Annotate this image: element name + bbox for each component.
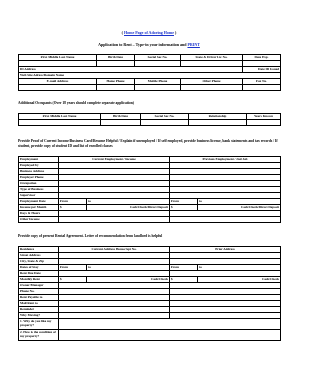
page-title: ( Home Page of Adoring Home ): [121, 30, 177, 35]
occupants-table: First Middle Last Name Birth Date Social…: [18, 113, 281, 126]
occupant-years-known-field[interactable]: [246, 119, 281, 126]
previous-other-income-field[interactable]: [168, 216, 282, 223]
question-property-condition: 2. How is the condition of my property?: [18, 329, 59, 341]
current-other-income-field[interactable]: [58, 216, 170, 223]
fax-field[interactable]: [242, 84, 281, 91]
occupant-birth-date-field[interactable]: [100, 119, 141, 126]
occupants-heading: Additional Occupants (Over 18 years shou…: [18, 101, 134, 105]
residence-table: Residence Current Address House/Apt No. …: [18, 246, 282, 341]
applicant-table: First Middle Last Name Birth Date Social…: [18, 54, 281, 91]
mobile-phone-field[interactable]: [134, 84, 181, 91]
other-income-label: Other Income: [18, 216, 59, 223]
home-phone-field[interactable]: [96, 84, 135, 91]
page-subtitle: Application to Rent – Type-in your infor…: [98, 42, 200, 47]
income-instructions: Provide Proof of Current Income/Business…: [18, 139, 278, 148]
rental-application-page: ( Home Page of Adoring Home ) Applicatio…: [0, 0, 298, 386]
occupant-name-field[interactable]: [18, 119, 101, 126]
other-phone-field[interactable]: [180, 84, 243, 91]
occupant-ssn-field[interactable]: [140, 119, 189, 126]
home-page-link[interactable]: Home Page of Adoring Home: [124, 30, 174, 35]
employment-table: Employment Current Employment / Income P…: [18, 156, 282, 223]
print-link[interactable]: PRINT: [187, 42, 199, 47]
question-like-property: 1. Why do you like my property?: [18, 318, 59, 330]
occupant-relationship-field[interactable]: [188, 119, 247, 126]
residence-instructions: Provide copy of present Rental Agreement…: [18, 234, 163, 238]
email-field[interactable]: [18, 84, 97, 91]
answer-property-condition-field[interactable]: [57, 329, 282, 341]
answer-like-property-field[interactable]: [57, 318, 282, 330]
